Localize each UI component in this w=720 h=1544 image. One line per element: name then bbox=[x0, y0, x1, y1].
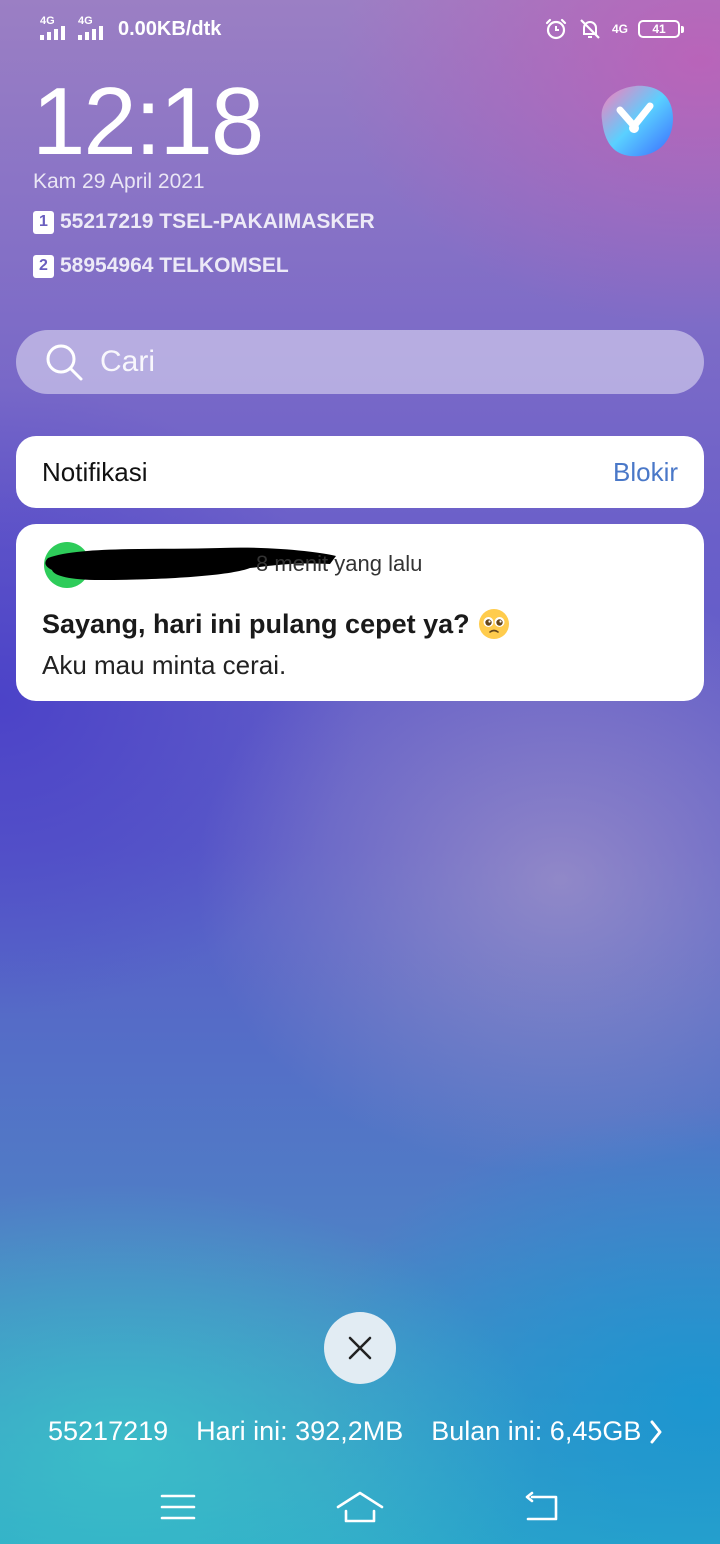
back-icon[interactable] bbox=[522, 1491, 562, 1523]
clock: 12:18 bbox=[32, 68, 264, 175]
navigation-bar bbox=[0, 1470, 720, 1544]
clear-all-button[interactable] bbox=[324, 1312, 396, 1384]
sim-label: 58954964 TELKOMSEL bbox=[60, 254, 289, 277]
notifications-title: Notifikasi bbox=[42, 456, 148, 487]
search-input[interactable] bbox=[98, 344, 662, 380]
data-usage-bar[interactable]: 55217219 Hari ini: 392,2MB Bulan ini: 6,… bbox=[48, 1416, 688, 1447]
sim-info-2: 2 58954964 TELKOMSEL bbox=[33, 254, 289, 278]
jovi-assistant-icon[interactable] bbox=[592, 80, 678, 160]
notification-title-row: Sayang, hari ini pulang cepet ya? bbox=[42, 608, 510, 640]
close-icon bbox=[348, 1336, 372, 1360]
alarm-icon bbox=[545, 18, 567, 40]
pleading-face-emoji-icon bbox=[478, 609, 509, 639]
menu-icon[interactable] bbox=[158, 1491, 198, 1523]
sim1-signal-icon: 4G bbox=[40, 16, 70, 42]
notifications-off-icon bbox=[580, 19, 600, 39]
date: Kam 29 April 2021 bbox=[33, 170, 205, 193]
4g-icon: 4G bbox=[611, 22, 628, 36]
search-icon bbox=[46, 344, 83, 381]
sim-label: 55217219 TSEL-PAKAIMASKER bbox=[60, 210, 375, 233]
data-usage-today: Hari ini: 392,2MB bbox=[196, 1416, 404, 1446]
notification-title: Sayang, hari ini pulang cepet ya? bbox=[42, 608, 470, 639]
search-bar[interactable] bbox=[16, 330, 704, 394]
sim-slot-badge: 2 bbox=[33, 254, 54, 278]
data-usage-month: Bulan ini: 6,45GB bbox=[431, 1416, 642, 1446]
notifications-header: Notifikasi Blokir bbox=[16, 436, 704, 508]
notification-time: 8 menit yang lalu bbox=[256, 551, 423, 576]
sim2-signal-icon: 4G bbox=[78, 16, 108, 42]
notification-card[interactable]: 8 menit yang lalu Sayang, hari ini pulan… bbox=[16, 524, 704, 701]
status-bar-right: 4G 41 bbox=[544, 14, 684, 44]
home-icon[interactable] bbox=[334, 1489, 386, 1525]
network-speed: 0.00KB/dtk bbox=[118, 17, 222, 40]
sim-slot-badge: 1 bbox=[33, 210, 54, 234]
battery-icon: 41 bbox=[638, 20, 684, 38]
notification-body: Aku mau minta cerai. bbox=[42, 650, 287, 680]
data-usage-number: 55217219 bbox=[48, 1416, 169, 1446]
sim-info-1: 1 55217219 TSEL-PAKAIMASKER bbox=[33, 210, 375, 234]
chevron-right-icon bbox=[650, 1420, 662, 1443]
status-bar-left: 4G 4G 0.00KB/dtk bbox=[40, 14, 221, 44]
block-button[interactable]: Blokir bbox=[613, 457, 678, 488]
